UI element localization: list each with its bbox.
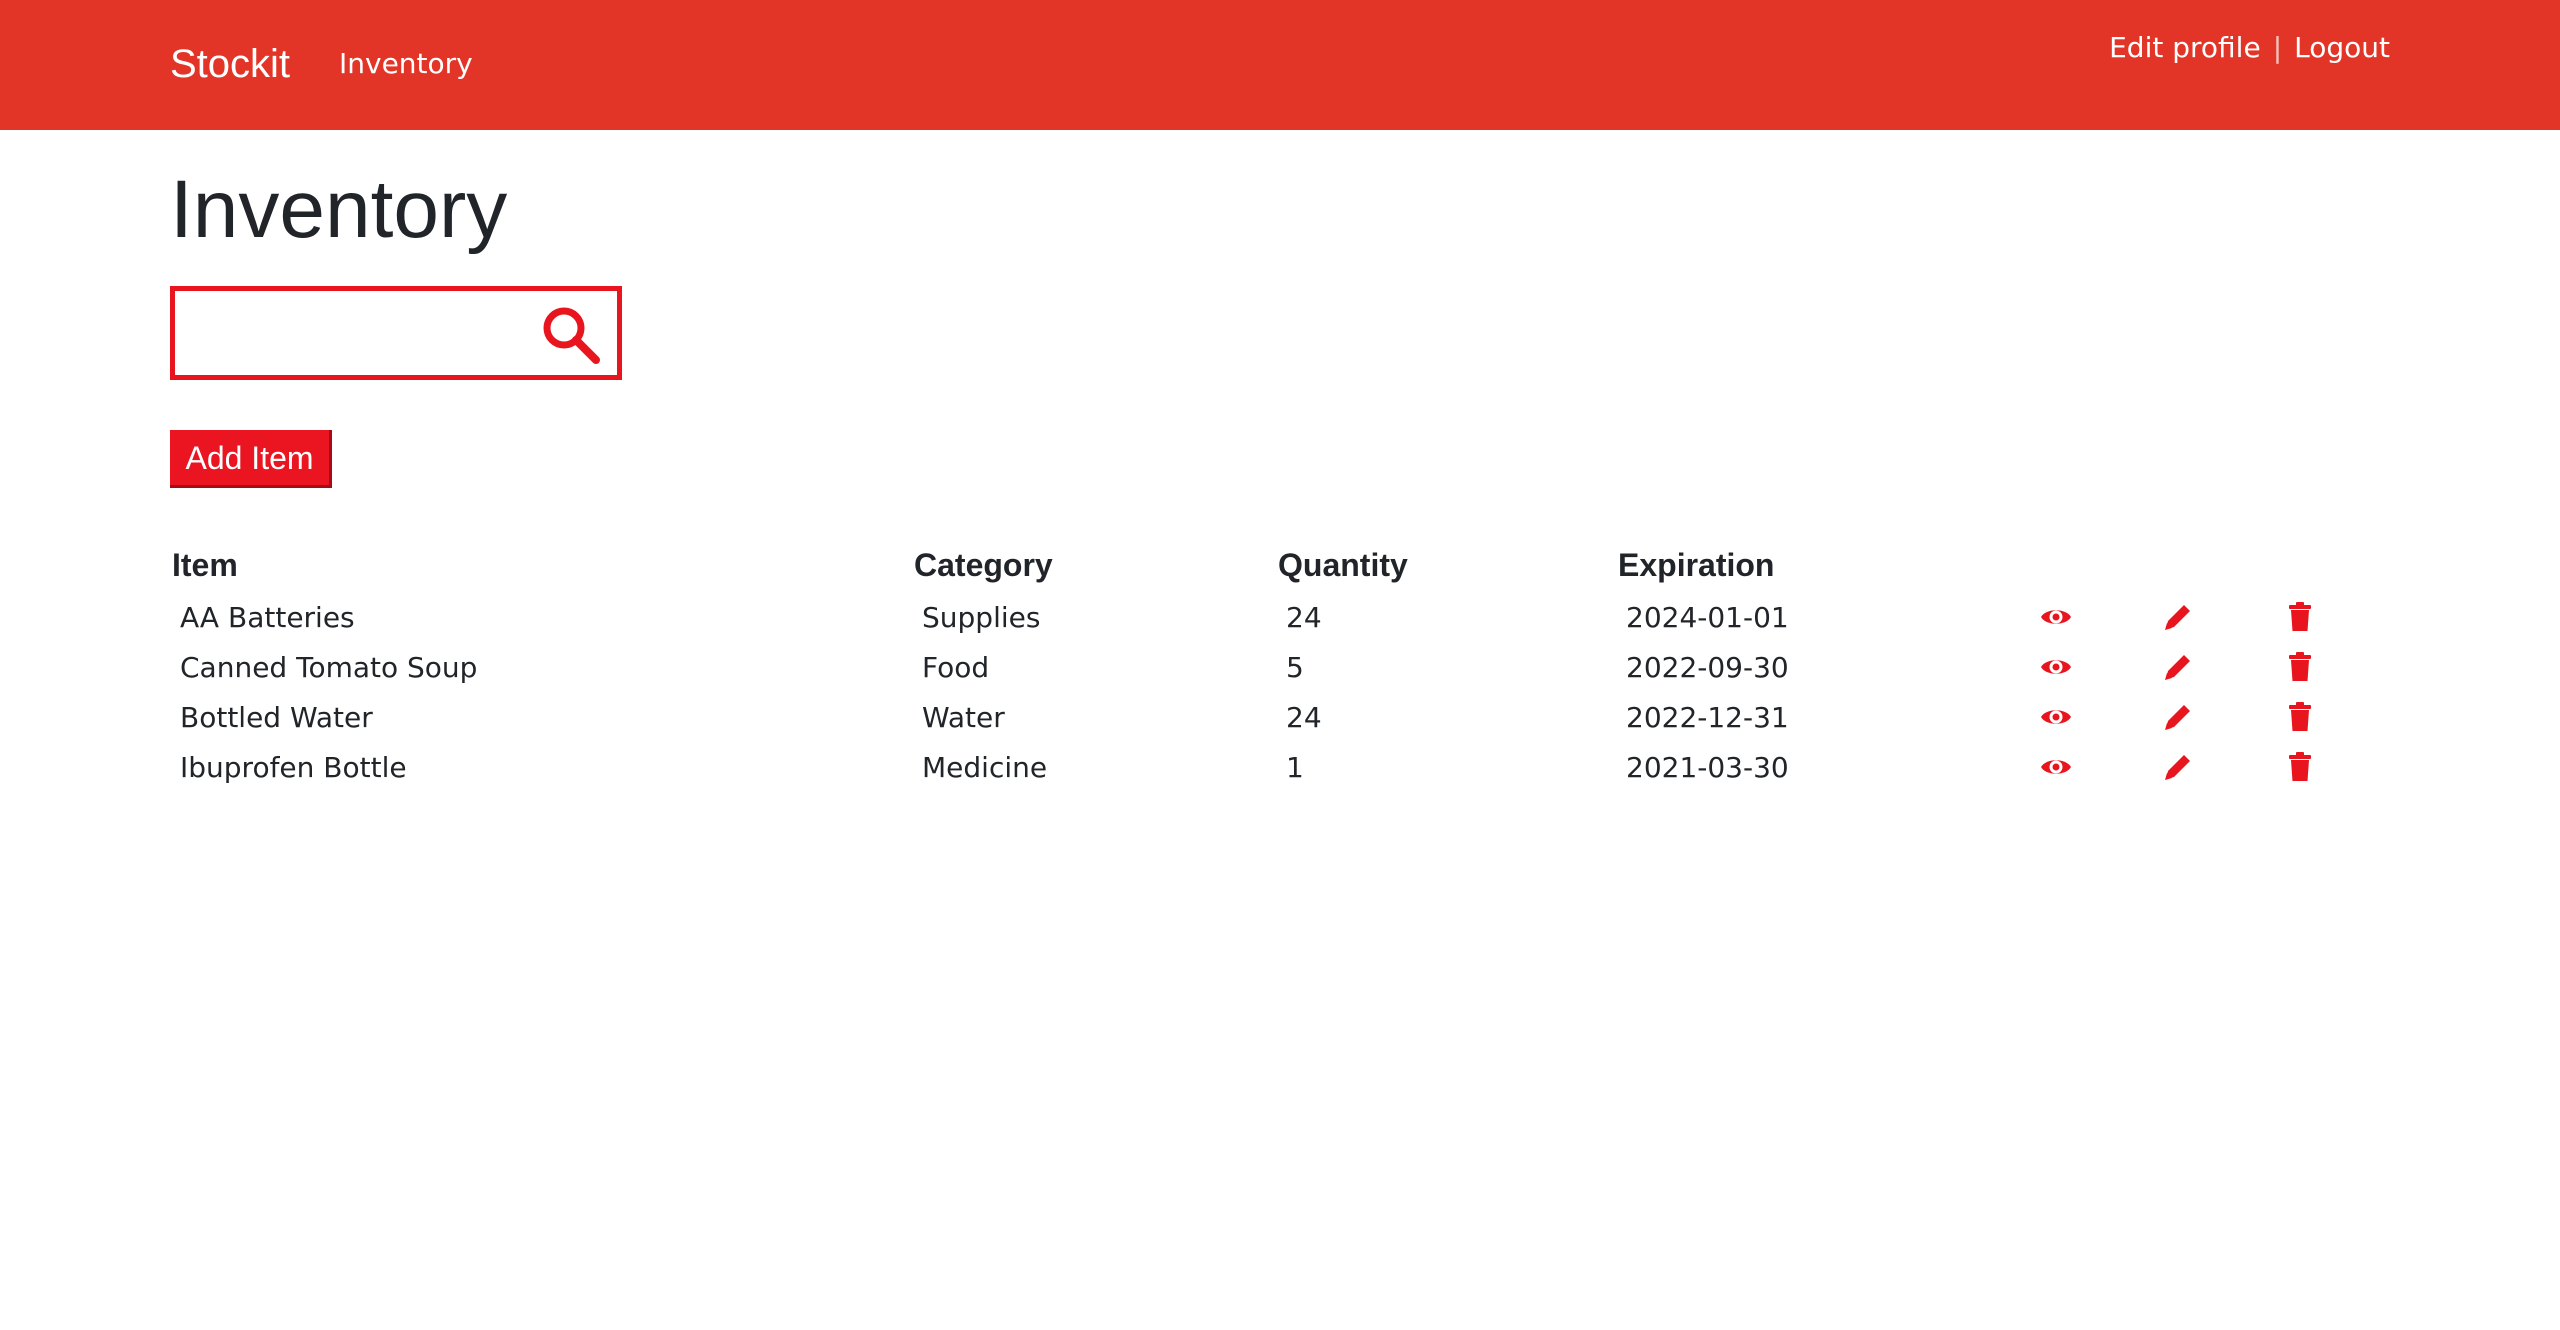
page-title: Inventory xyxy=(170,164,508,255)
cell-expiration: 2022-12-31 xyxy=(1626,700,1789,734)
cell-delete xyxy=(2282,692,2404,742)
cell-item: Ibuprofen Bottle xyxy=(180,750,407,784)
add-item-button[interactable]: Add Item xyxy=(170,430,332,488)
eye-icon[interactable] xyxy=(2038,599,2074,635)
cell-expiration: 2022-09-30 xyxy=(1626,650,1789,684)
eye-icon[interactable] xyxy=(2038,749,2074,785)
cell-view xyxy=(2038,742,2160,792)
table-header-row: Item Category Quantity Expiration xyxy=(170,538,2404,592)
eye-icon[interactable] xyxy=(2038,649,2074,685)
nav-inventory-link[interactable]: Inventory xyxy=(339,46,473,82)
user-menu: Edit profile | Logout xyxy=(2109,30,2390,66)
navbar: Stockit Inventory Edit profile | Logout xyxy=(0,0,2560,130)
search-input[interactable] xyxy=(183,299,547,369)
header-quantity: Quantity xyxy=(1278,546,1408,583)
cell-category: Supplies xyxy=(922,600,1041,634)
header-edit xyxy=(2160,538,2282,592)
cell-item: Bottled Water xyxy=(180,700,373,734)
trash-icon[interactable] xyxy=(2282,599,2318,635)
pencil-icon[interactable] xyxy=(2160,699,2196,735)
cell-expiration: 2021-03-30 xyxy=(1626,750,1789,784)
cell-item: Canned Tomato Soup xyxy=(180,650,478,684)
pencil-icon[interactable] xyxy=(2160,649,2196,685)
cell-quantity: 24 xyxy=(1286,700,1322,734)
cell-edit xyxy=(2160,692,2282,742)
brand-link[interactable]: Stockit xyxy=(170,38,290,90)
table-row: Bottled Water Water 24 2022-12-31 xyxy=(170,692,2404,742)
cell-view xyxy=(2038,592,2160,642)
header-view xyxy=(2038,538,2160,592)
cell-delete xyxy=(2282,742,2404,792)
trash-icon[interactable] xyxy=(2282,649,2318,685)
inventory-table: Item Category Quantity Expiration AA Bat… xyxy=(170,538,2404,792)
search-box xyxy=(170,286,622,380)
cell-category: Water xyxy=(922,700,1005,734)
header-item: Item xyxy=(172,546,238,583)
trash-icon[interactable] xyxy=(2282,699,2318,735)
header-expiration: Expiration xyxy=(1618,546,1775,583)
cell-delete xyxy=(2282,642,2404,692)
nav-separator: | xyxy=(2272,31,2283,64)
cell-quantity: 24 xyxy=(1286,600,1322,634)
header-delete xyxy=(2282,538,2404,592)
eye-icon[interactable] xyxy=(2038,699,2074,735)
logout-link[interactable]: Logout xyxy=(2294,30,2390,66)
table-row: Ibuprofen Bottle Medicine 1 2021-03-30 xyxy=(170,742,2404,792)
cell-edit xyxy=(2160,642,2282,692)
cell-category: Medicine xyxy=(922,750,1048,784)
pencil-icon[interactable] xyxy=(2160,599,2196,635)
search-icon[interactable] xyxy=(537,301,603,367)
cell-quantity: 1 xyxy=(1286,750,1304,784)
header-category: Category xyxy=(914,546,1053,583)
trash-icon[interactable] xyxy=(2282,749,2318,785)
cell-item: AA Batteries xyxy=(180,600,355,634)
cell-view xyxy=(2038,692,2160,742)
cell-edit xyxy=(2160,592,2282,642)
pencil-icon[interactable] xyxy=(2160,749,2196,785)
cell-quantity: 5 xyxy=(1286,650,1304,684)
table-row: AA Batteries Supplies 24 2024-01-01 xyxy=(170,592,2404,642)
edit-profile-link[interactable]: Edit profile xyxy=(2109,30,2261,66)
cell-category: Food xyxy=(922,650,990,684)
cell-edit xyxy=(2160,742,2282,792)
cell-delete xyxy=(2282,592,2404,642)
cell-view xyxy=(2038,642,2160,692)
table-row: Canned Tomato Soup Food 5 2022-09-30 xyxy=(170,642,2404,692)
cell-expiration: 2024-01-01 xyxy=(1626,600,1789,634)
